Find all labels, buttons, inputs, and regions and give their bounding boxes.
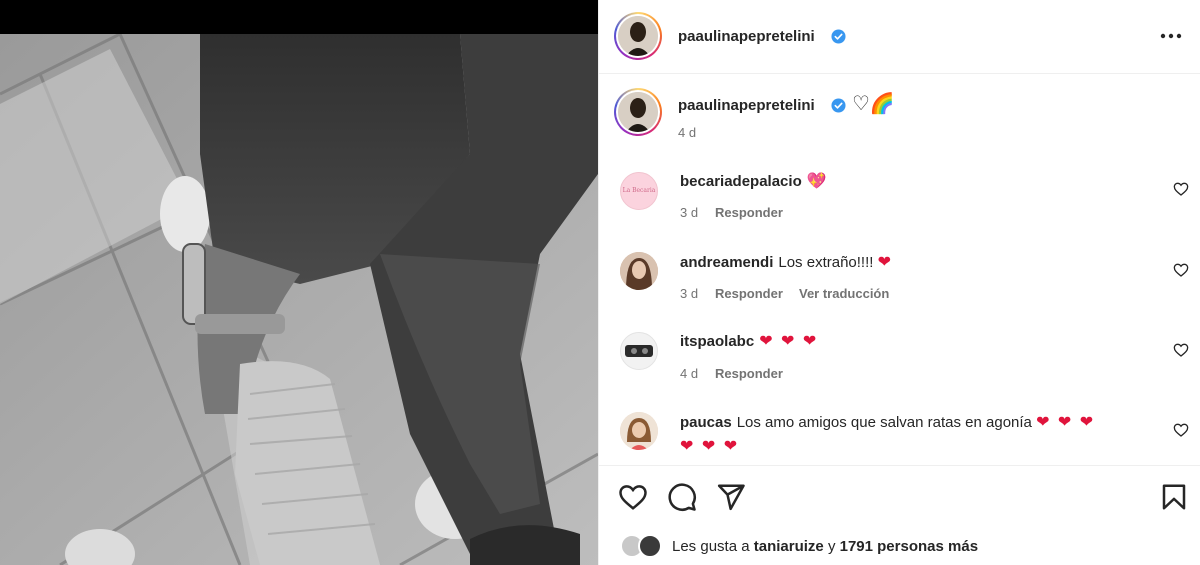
comment-emoji: 💖 [806,173,829,190]
avatar-logo-text: La Becaria [622,187,656,194]
liker-avatars [620,533,668,559]
likes-connector: y [827,538,836,555]
commenter-avatar[interactable]: La Becaria [620,172,658,210]
post-photo[interactable] [0,34,598,565]
caption-time[interactable]: 4 d [678,125,696,140]
comment-emoji: ❤ ❤ ❤ [1036,414,1096,431]
liker-username[interactable]: taniaruize [754,538,824,555]
comment-text: andreamendi Los extraño!!!! ❤ [680,251,893,275]
author-username[interactable]: paaulinapepretelini [678,28,815,45]
post-header: paaulinapepretelini [599,0,1200,74]
comment-emoji: ❤ ❤ ❤ [759,333,819,350]
caption-username[interactable]: paaulinapepretelini [678,97,815,114]
likes-prefix: Les gusta a [672,538,750,555]
share-paper-plane-icon[interactable] [716,482,746,512]
caption-text: ♡🌈 [852,93,895,115]
comment-time[interactable]: 3 d [680,205,698,220]
verified-badge-icon [831,29,846,44]
like-heart-icon[interactable] [618,482,648,512]
post-actions-bar: Les gusta a taniaruize y 1791 personas m… [599,465,1200,565]
comment-emoji-line2: ❤ ❤ ❤ [680,438,740,455]
comment-text: becariadepalacio 💖 [680,170,829,194]
like-comment-heart-icon[interactable] [1173,181,1189,197]
caption-author-avatar[interactable] [614,88,662,136]
media-top-bar [0,0,598,34]
comment-body: Los extraño!!!! [778,254,878,271]
author-avatar[interactable] [614,12,662,60]
see-translation-button[interactable]: Ver traducción [799,286,889,301]
like-comment-heart-icon[interactable] [1173,262,1189,278]
post-photo-graphic [0,34,598,565]
commenter-avatar[interactable] [620,412,658,450]
comment-username[interactable]: itspaolabc [680,333,754,350]
post-panel: paaulinapepretelini paaulinapepretelini … [598,0,1200,565]
comment-time[interactable]: 4 d [680,366,698,381]
comment-time[interactable]: 3 d [680,286,698,301]
likes-count[interactable]: 1791 personas más [840,538,978,555]
commenter-avatar[interactable] [620,332,658,370]
comment-username[interactable]: andreamendi [680,254,773,271]
comment-username[interactable]: becariadepalacio [680,173,802,190]
likes-text: Les gusta a taniaruize y 1791 personas m… [672,538,978,555]
commenter-avatar[interactable] [620,252,658,290]
verified-badge-icon [831,98,846,113]
more-options-icon[interactable] [1157,24,1185,48]
comment-emoji: ❤ [877,254,894,271]
reply-button[interactable]: Responder [715,286,783,301]
comment-body: Los amo amigos que salvan ratas en agoní… [736,414,1037,431]
comment-text: paucas Los amo amigos que salvan ratas en… [680,411,1150,459]
liker-avatar[interactable] [638,534,662,558]
like-comment-heart-icon[interactable] [1173,422,1189,438]
comment-bubble-icon[interactable] [667,482,697,512]
comment-username[interactable]: paucas [680,414,732,431]
comment-text: itspaolabc ❤ ❤ ❤ [680,330,818,354]
like-comment-heart-icon[interactable] [1173,342,1189,358]
commenter-avatar-image [620,252,658,290]
reply-button[interactable]: Responder [715,205,783,220]
caption-avatar-image [618,92,658,132]
reply-button[interactable]: Responder [715,366,783,381]
commenter-avatar-image [620,412,658,450]
author-avatar-image [618,16,658,56]
save-bookmark-icon[interactable] [1159,482,1189,512]
commenter-avatar-image [625,345,653,357]
